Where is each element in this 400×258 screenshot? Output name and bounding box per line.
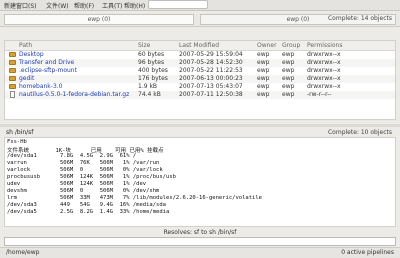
file-owner: ewp bbox=[257, 67, 270, 74]
column-header-row: Path Size Last Modified Owner Group Perm… bbox=[5, 41, 395, 51]
file-name: Desktop bbox=[19, 51, 44, 58]
file-list: Path Size Last Modified Owner Group Perm… bbox=[4, 40, 396, 120]
file-size: 96 bytes bbox=[138, 59, 165, 66]
column-header-path[interactable]: Path bbox=[19, 42, 32, 49]
file-panel-status: Complete: 14 objects bbox=[327, 15, 392, 22]
file-icon bbox=[10, 91, 15, 98]
menu-item-help[interactable]: 帮助(F) bbox=[74, 1, 94, 10]
file-row[interactable]: Desktop 60 bytes 2007-05-29 15:59:04 ewp… bbox=[5, 51, 395, 59]
file-row[interactable]: nautilus-0.5.0-1-fedora-debian.tar.gz 74… bbox=[5, 91, 395, 99]
file-permissions: drwxrwx--x bbox=[307, 59, 341, 66]
terminal-line: procbususb 506M 124K 506M 1% /proc/bus/u… bbox=[7, 174, 176, 180]
file-owner: ewp bbox=[257, 83, 270, 90]
column-header-size[interactable]: Size bbox=[138, 42, 150, 49]
file-name: nautilus-0.5.0-1-fedora-debian.tar.gz bbox=[19, 91, 130, 98]
file-group: ewp bbox=[282, 83, 295, 90]
terminal-line: udev 506M 124K 506M 1% /dev bbox=[7, 181, 147, 187]
terminal-line: /dev/sda3 449 54G 9.4G 16% /media/sda bbox=[7, 202, 166, 208]
menu-item-help-2[interactable]: 帮助(H) bbox=[124, 1, 145, 10]
file-size: 176 bytes bbox=[138, 75, 168, 82]
tab-label: ewp (0) bbox=[87, 16, 111, 23]
resolves-label: Resolves: sf to sh /bin/sf bbox=[163, 229, 237, 236]
file-date: 2007-05-22 11:22:53 bbox=[179, 67, 243, 74]
file-date: 2007-05-29 15:59:04 bbox=[179, 51, 243, 58]
column-header-group[interactable]: Group bbox=[282, 42, 300, 49]
terminal-line: Fss-Hb bbox=[7, 139, 27, 145]
status-pipelines: 0 active pipelines bbox=[341, 249, 394, 256]
terminal-line: devshm 506M 0 506M 0% /dev/shm bbox=[7, 188, 160, 194]
terminal-status: Complete: 10 objects bbox=[327, 129, 392, 136]
folder-icon bbox=[9, 76, 16, 81]
file-size: 400 bytes bbox=[138, 67, 168, 74]
file-date: 2007-07-13 05:43:07 bbox=[179, 83, 243, 90]
file-permissions: drwxrwx--x bbox=[307, 51, 341, 58]
terminal-line: varrun 506M 76K 506M 1% /var/run bbox=[7, 160, 160, 166]
file-owner: ewp bbox=[257, 59, 270, 66]
pane-splitter[interactable] bbox=[0, 124, 400, 127]
file-owner: ewp bbox=[257, 75, 270, 82]
folder-icon bbox=[9, 60, 16, 65]
file-permissions: drwxrwx--x bbox=[307, 75, 341, 82]
file-name: .eclipse-sftp-mount bbox=[19, 67, 77, 74]
menu-item-tools[interactable]: 工具(T) bbox=[102, 1, 122, 10]
terminal-line: lrm 506M 33M 473M 7% /lib/modules/2.6.20… bbox=[7, 195, 262, 201]
file-date: 2007-05-28 14:52:30 bbox=[179, 59, 243, 66]
column-header-owner[interactable]: Owner bbox=[257, 42, 277, 49]
file-row[interactable]: Transfer and Drive 96 bytes 2007-05-28 1… bbox=[5, 59, 395, 67]
file-owner: ewp bbox=[257, 51, 270, 58]
file-date: 2007-06-13 00:00:23 bbox=[179, 75, 243, 82]
terminal-line: /dev/sda5 2.5G 8.2G 1.4G 33% /home/media bbox=[7, 209, 170, 215]
file-row[interactable]: gedit 176 bytes 2007-06-13 00:00:23 ewp … bbox=[5, 75, 395, 83]
file-group: ewp bbox=[282, 51, 295, 58]
file-date: 2007-07-11 12:50:38 bbox=[179, 91, 243, 98]
status-bar: /home/ewp 0 active pipelines bbox=[0, 247, 400, 258]
terminal-output[interactable]: Fss-Hb 文件系统 1K-块 已用 可用 已用% 挂载点 /dev/sda1… bbox=[4, 137, 396, 227]
file-row[interactable]: homebank-3.0 1.9 kB 2007-07-13 05:43:07 … bbox=[5, 83, 395, 91]
folder-icon bbox=[9, 68, 16, 73]
command-input[interactable] bbox=[4, 237, 396, 246]
column-header-permissions[interactable]: Permissions bbox=[307, 42, 343, 49]
file-group: ewp bbox=[282, 67, 295, 74]
file-group: ewp bbox=[282, 75, 295, 82]
file-permissions: drwxrwx--x bbox=[307, 67, 341, 74]
file-name: homebank-3.0 bbox=[19, 83, 63, 90]
column-header-last-modified[interactable]: Last Modified bbox=[179, 42, 219, 49]
folder-icon bbox=[9, 84, 16, 89]
file-size: 74.4 kB bbox=[138, 91, 161, 98]
status-path: /home/ewp bbox=[6, 249, 40, 256]
file-permissions: -rw-r--r-- bbox=[307, 91, 332, 98]
terminal-title: sh /bin/sf bbox=[6, 129, 34, 136]
terminal-line: /dev/sda1 7.8G 4.5G 2.9G 61% / bbox=[7, 153, 137, 159]
menu-item-file[interactable]: 文件(W) bbox=[46, 1, 69, 10]
file-group: ewp bbox=[282, 59, 295, 66]
file-owner: ewp bbox=[257, 91, 270, 98]
folder-icon bbox=[9, 52, 16, 57]
file-size: 1.9 kB bbox=[138, 83, 158, 90]
file-size: 60 bytes bbox=[138, 51, 165, 58]
file-permissions: drwxrwx--x bbox=[307, 83, 341, 90]
file-group: ewp bbox=[282, 91, 295, 98]
file-name: gedit bbox=[19, 75, 35, 82]
menu-item-new-window[interactable]: 新建窗口(S) bbox=[4, 1, 37, 10]
file-name: Transfer and Drive bbox=[19, 59, 75, 66]
terminal-line: varlock 506M 0 506M 0% /var/lock bbox=[7, 167, 163, 173]
file-row[interactable]: .eclipse-sftp-mount 400 bytes 2007-05-22… bbox=[5, 67, 395, 75]
menu-bar: 新建窗口(S) 文件(W) 帮助(F) 工具(T) 帮助(H) bbox=[0, 0, 400, 11]
menu-search-pill[interactable] bbox=[148, 0, 208, 9]
tab-ewp-left[interactable]: ewp (0) bbox=[4, 14, 194, 25]
